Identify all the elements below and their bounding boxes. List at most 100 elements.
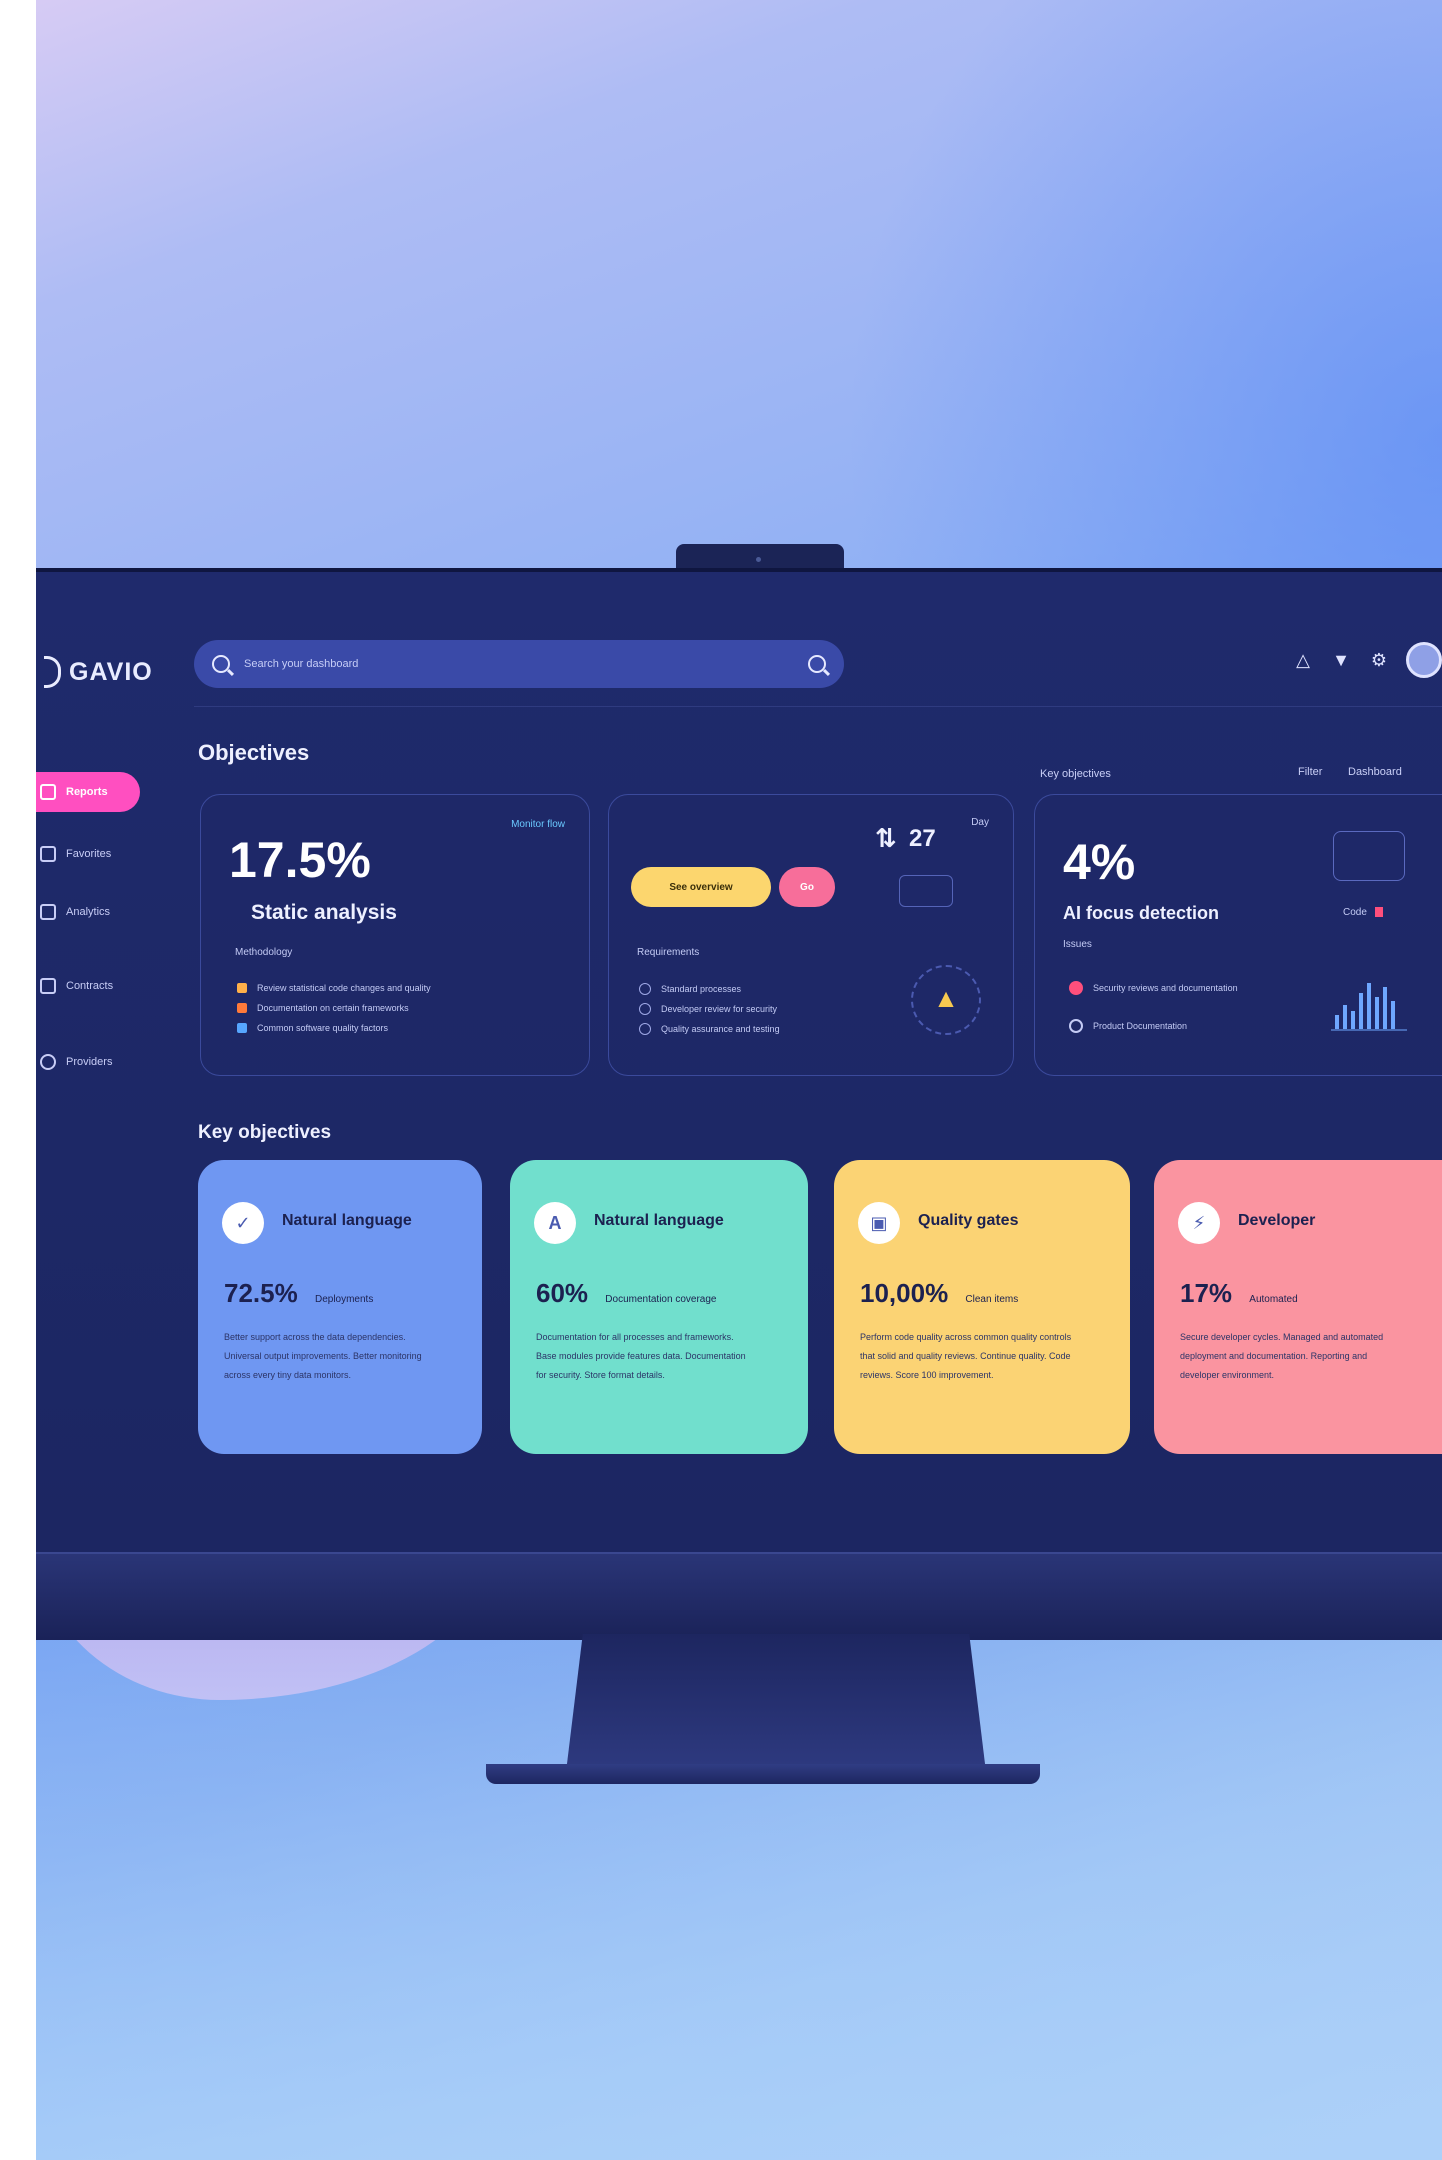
arrow-stat-icon: ⇅ xyxy=(875,823,897,853)
filter-link[interactable]: Filter xyxy=(1298,766,1322,778)
check-icon: ✓ xyxy=(222,1202,264,1244)
bolt-icon: ⚡ xyxy=(1178,1202,1220,1244)
left-margin xyxy=(0,0,36,2160)
sidebar-item-reports[interactable]: Reports xyxy=(36,772,140,812)
bullet-icon xyxy=(1069,981,1083,995)
bullet-icon xyxy=(237,1023,247,1033)
card-section: Methodology xyxy=(235,947,293,958)
card-value: 17.5% xyxy=(229,832,371,888)
list-item: Security reviews and documentation xyxy=(1069,981,1238,995)
objectives-title: Objectives xyxy=(198,740,310,765)
objective-card-ai-detection[interactable]: 4% AI focus detection Issues Code Securi… xyxy=(1034,794,1442,1076)
go-button[interactable]: Go xyxy=(779,867,835,907)
sidebar-item-label: Reports xyxy=(66,786,108,798)
card-title: AI focus detection xyxy=(1063,903,1220,923)
key-card-title: Developer xyxy=(1238,1212,1316,1229)
card-image-icon xyxy=(1333,831,1405,881)
sidebar-item-contracts[interactable]: Contracts xyxy=(36,966,176,1006)
list-item: Developer review for security xyxy=(639,1003,777,1015)
dashboard-link[interactable]: Dashboard xyxy=(1348,766,1402,778)
sidebar-item-label: Contracts xyxy=(66,980,114,992)
bullet-icon xyxy=(237,983,247,993)
sidebar: Reports Favorites Analytics Contracts Pr… xyxy=(36,772,176,1082)
header-divider xyxy=(194,706,1442,707)
key-card-title: Natural language xyxy=(594,1212,724,1229)
bullet-icon xyxy=(237,1003,247,1013)
sidebar-item-analytics[interactable]: Analytics xyxy=(36,892,176,932)
logo-text: GAVIO xyxy=(69,657,153,686)
dashboard-screen: GAVIO Reports Favorites Analytics Contra… xyxy=(36,572,1442,1552)
text-icon: A xyxy=(534,1202,576,1244)
monitor-stand-base xyxy=(486,1764,1040,1784)
sidebar-item-providers[interactable]: Providers xyxy=(36,1042,176,1082)
key-card-desc: Documentation for all processes and fram… xyxy=(536,1332,746,1380)
key-card-value: 17% Automated xyxy=(1180,1278,1298,1308)
key-card-natural-language[interactable]: ✓ Natural language 72.5% Deployments Bet… xyxy=(198,1160,482,1454)
key-card-value: 60% Documentation coverage xyxy=(536,1278,717,1308)
reports-icon xyxy=(40,784,56,800)
sidebar-item-favorites[interactable]: Favorites xyxy=(36,834,176,874)
monitor: GAVIO Reports Favorites Analytics Contra… xyxy=(36,568,1442,1640)
key-card-developer[interactable]: ⚡ Developer 17% Automated Secure develop… xyxy=(1154,1160,1442,1454)
card-stat: 27 xyxy=(909,825,936,852)
card-tag: Monitor flow xyxy=(511,819,565,830)
contracts-icon xyxy=(40,978,56,994)
bullet-icon xyxy=(1069,1019,1083,1033)
see-overview-button[interactable]: See overview xyxy=(631,867,771,907)
logo-mark-icon xyxy=(44,656,61,688)
search-submit-icon[interactable] xyxy=(808,655,826,673)
monitor-chin xyxy=(36,1552,1442,1640)
mini-bar-chart xyxy=(1331,983,1407,1031)
key-card-value-label: Documentation coverage xyxy=(605,1294,717,1305)
key-card-desc: Better support across the data dependenc… xyxy=(224,1332,422,1380)
key-objectives-label: Key objectives xyxy=(1040,768,1111,780)
key-card-documentation[interactable]: A Natural language 60% Documentation cov… xyxy=(510,1160,808,1454)
avatar[interactable] xyxy=(1406,642,1442,678)
sidebar-item-label: Analytics xyxy=(66,906,111,918)
providers-icon xyxy=(40,1054,56,1070)
list-item: Documentation on certain frameworks xyxy=(237,1003,409,1013)
image-icon: ▣ xyxy=(858,1202,900,1244)
key-card-value-label: Clean items xyxy=(965,1294,1019,1305)
key-card-quality-gates[interactable]: ▣ Quality gates 10,00% Clean items Perfo… xyxy=(834,1160,1130,1454)
bell-badge-icon: ▲ xyxy=(911,965,981,1035)
settings-icon[interactable]: ⚙ xyxy=(1368,649,1390,671)
app-logo[interactable]: GAVIO xyxy=(44,656,153,688)
key-card-value-label: Deployments xyxy=(314,1294,374,1305)
list-item: Quality assurance and testing xyxy=(639,1023,780,1035)
bullet-icon xyxy=(639,1023,651,1035)
monitor-stand xyxy=(566,1634,986,1772)
card-section: Issues xyxy=(1063,939,1092,950)
card-value: 4% xyxy=(1063,834,1136,890)
key-card-title: Quality gates xyxy=(918,1212,1019,1229)
card-title: Static analysis xyxy=(251,901,397,924)
sidebar-item-label: Providers xyxy=(66,1056,113,1068)
card-section: Requirements xyxy=(637,947,700,958)
favorites-icon xyxy=(40,846,56,862)
search-icon xyxy=(212,655,230,673)
key-objectives-title: Key objectives xyxy=(198,1122,332,1143)
chart-card-icon xyxy=(899,875,953,907)
bullet-icon xyxy=(639,983,651,995)
list-item: Common software quality factors xyxy=(237,1023,388,1033)
search-input[interactable]: Search your dashboard xyxy=(244,658,798,670)
bullet-icon xyxy=(639,1003,651,1015)
card-stat-tag: Day xyxy=(971,817,989,828)
list-item: Review statistical code changes and qual… xyxy=(237,983,431,993)
key-card-value-label: Automated xyxy=(1249,1294,1298,1305)
key-card-desc: Perform code quality across common quali… xyxy=(860,1332,1072,1380)
sidebar-item-label: Favorites xyxy=(66,848,112,860)
search-bar[interactable]: Search your dashboard xyxy=(194,640,844,688)
objective-card-requirements[interactable]: See overview Go ⇅ 27 Day ▲ Requirements … xyxy=(608,794,1014,1076)
list-item: Standard processes xyxy=(639,983,741,995)
header-actions: △ ▼ ⚙ xyxy=(1292,642,1442,678)
key-card-desc: Secure developer cycles. Managed and aut… xyxy=(1180,1332,1384,1380)
bell-icon[interactable]: △ xyxy=(1292,649,1314,671)
key-card-title: Natural language xyxy=(282,1212,412,1229)
legend-marker-icon xyxy=(1375,907,1383,917)
objective-card-static-analysis[interactable]: Monitor flow 17.5% Static analysis Metho… xyxy=(200,794,590,1076)
key-card-value: 10,00% Clean items xyxy=(860,1278,1019,1308)
legend-label: Code xyxy=(1343,907,1367,918)
key-card-value: 72.5% Deployments xyxy=(224,1278,374,1308)
filter-icon[interactable]: ▼ xyxy=(1330,649,1352,671)
